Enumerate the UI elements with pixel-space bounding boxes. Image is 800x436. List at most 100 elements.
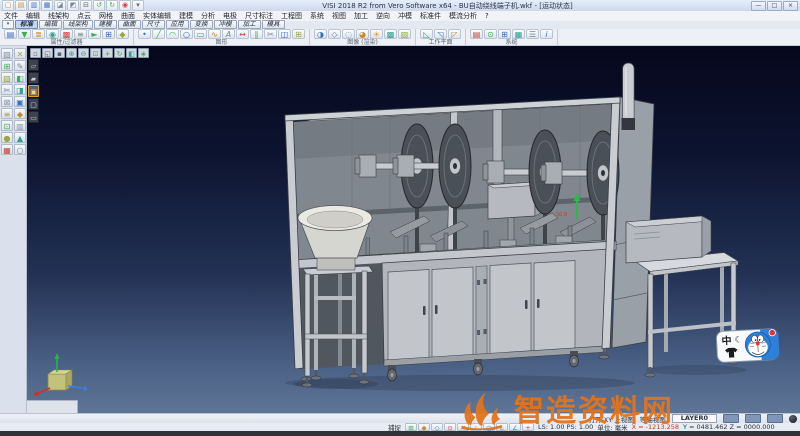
menu-item[interactable]: ? [481, 11, 493, 21]
zoom-fit-icon[interactable]: ⊡ [90, 48, 101, 58]
snap-center-icon[interactable]: ⊙ [444, 423, 456, 431]
menu-item[interactable]: 冲模 [394, 11, 416, 21]
half-view-icon[interactable]: ◧ [14, 72, 26, 83]
print-icon[interactable]: ⊟ [80, 0, 92, 11]
snap-perpendicular-icon[interactable]: ⊥ [470, 423, 482, 431]
open-file-icon[interactable]: ▤ [15, 0, 27, 11]
render-icon[interactable]: ◕ [356, 29, 369, 39]
view-slot-3-icon[interactable]: ▣ [28, 85, 39, 97]
list-tool-icon[interactable]: ≡ [1, 108, 13, 119]
calculator-icon[interactable]: ▦ [512, 29, 525, 39]
zoom-out-icon[interactable]: ⊖ [78, 48, 89, 58]
filter-icon[interactable]: ▼ [18, 29, 31, 39]
wireframe-view-icon[interactable]: ◇ [328, 29, 341, 39]
options-icon[interactable]: ☰ [526, 29, 539, 39]
table-tool-icon[interactable]: ▦ [1, 144, 13, 155]
menu-item[interactable]: 加工 [350, 11, 372, 21]
window-control-button[interactable]: × [783, 1, 798, 11]
offset-icon[interactable]: ∥ [250, 29, 263, 39]
array-icon[interactable]: ⊞ [292, 29, 305, 39]
workplane-align-icon[interactable]: ◹ [434, 29, 447, 39]
hidden-line-icon[interactable]: ◌ [342, 29, 355, 39]
selection-icon[interactable]: ► [88, 29, 101, 39]
linetype-icon[interactable]: ≡ [74, 29, 87, 39]
iso-view-icon[interactable]: ◈ [138, 48, 149, 58]
cut-tool-icon[interactable]: ✂ [1, 84, 13, 95]
export-icon[interactable]: ◩ [67, 0, 79, 11]
ime-state-dot-icon[interactable] [769, 329, 776, 336]
ribbon-tab[interactable]: 应用 [166, 20, 189, 29]
ribbon-tab[interactable]: 尺寸 [142, 20, 165, 29]
viewport-3d[interactable]: 50.8 [27, 46, 800, 413]
ribbon-tab[interactable]: 标准 [15, 20, 38, 29]
target-tool-icon[interactable]: ⊡ [1, 120, 13, 131]
circle-tool-icon[interactable]: ○ [14, 144, 26, 155]
redo-icon[interactable]: ↻ [106, 0, 118, 11]
rectangle-icon[interactable]: ▭ [194, 29, 207, 39]
workplane-3pt-icon[interactable]: ◸ [448, 29, 461, 39]
ime-toolbar[interactable]: 中 ☾ [715, 325, 781, 370]
snap-tangent-icon[interactable]: ○ [483, 423, 495, 431]
view-slot-1-icon[interactable]: ▱ [28, 59, 39, 71]
front-view-icon[interactable]: ◧ [126, 48, 137, 58]
ribbon-tab[interactable]: 变换 [190, 20, 213, 29]
ribbon-tab[interactable]: 编辑 [39, 20, 62, 29]
stamp-icon[interactable]: ◉ [119, 0, 131, 11]
ribbon-tab[interactable]: 加工 [238, 20, 261, 29]
color-icon[interactable]: ▩ [60, 29, 73, 39]
layers-icon[interactable]: ≣ [32, 29, 45, 39]
rotate-view-icon[interactable]: ↻ [114, 48, 125, 58]
save-all-icon[interactable]: ▦ [41, 0, 53, 11]
texture-icon[interactable]: ▨ [398, 29, 411, 39]
erase-tool-icon[interactable]: ⊠ [1, 96, 13, 107]
layer-manager-icon[interactable]: ▤ [470, 29, 483, 39]
properties-icon[interactable]: ▤ [4, 29, 17, 39]
view-slot-2-icon[interactable]: ▰ [28, 72, 39, 84]
dimension-icon[interactable]: ↔ [236, 29, 249, 39]
workplane-xy-icon[interactable]: ◺ [420, 29, 433, 39]
grid-tool-icon[interactable]: ⊞ [1, 60, 13, 71]
tab-overflow-button[interactable]: ▾ [2, 20, 14, 29]
dot-tool-icon[interactable]: ● [1, 132, 13, 143]
ribbon-tab[interactable]: 建模 [94, 20, 117, 29]
shaded-view-icon[interactable]: ◑ [314, 29, 327, 39]
import-icon[interactable]: ◪ [54, 0, 66, 11]
arc-icon[interactable]: ◠ [166, 29, 179, 39]
hatch-tool-icon[interactable]: ▨ [1, 72, 13, 83]
mirror-icon[interactable]: ◫ [278, 29, 291, 39]
new-file-icon[interactable]: ▢ [2, 0, 14, 11]
close-view-icon[interactable]: ▪ [54, 48, 65, 58]
menu-item[interactable]: 视图 [328, 11, 350, 21]
current-view-readout[interactable]: 等轴视图 [640, 414, 666, 424]
triangle-tool-icon[interactable]: ▲ [14, 132, 26, 143]
ribbon-tab[interactable]: 冲模 [214, 20, 237, 29]
circle-icon[interactable]: ○ [180, 29, 193, 39]
tracking-icon[interactable]: + [522, 423, 534, 431]
save-icon[interactable]: ▥ [28, 0, 40, 11]
snap-grid-icon[interactable]: ⊞ [405, 423, 417, 431]
status-meter-2[interactable] [745, 414, 761, 423]
panel-tool-icon[interactable]: ▥ [14, 120, 26, 131]
wireframe-tool-icon[interactable]: ▧ [1, 48, 13, 59]
undo-icon[interactable]: ↺ [93, 0, 105, 11]
trim-icon[interactable]: ✂ [264, 29, 277, 39]
line-icon[interactable]: ╱ [152, 29, 165, 39]
status-meter-1[interactable] [723, 414, 739, 423]
ribbon-tab[interactable]: 模具 [262, 20, 285, 29]
lock-icon[interactable]: ◆ [116, 29, 129, 39]
pan-icon[interactable]: + [102, 48, 113, 58]
text-icon[interactable]: A [222, 29, 235, 39]
tile-window-icon[interactable]: ◱ [42, 48, 53, 58]
layer-indicator[interactable]: LAYER0 [672, 414, 717, 423]
status-meter-3[interactable] [767, 414, 783, 423]
restore-window-icon[interactable]: ▫ [30, 48, 41, 58]
ime-fullhalf-moon-icon[interactable]: ☾ [734, 335, 743, 345]
spline-icon[interactable]: ∿ [208, 29, 221, 39]
more-commands-icon[interactable]: ▾ [132, 0, 144, 11]
window-control-button[interactable]: — [751, 1, 766, 11]
solid-tool-icon[interactable]: ▣ [14, 96, 26, 107]
material-icon[interactable]: ▩ [384, 29, 397, 39]
group-icon[interactable]: ⊞ [102, 29, 115, 39]
view-slot-5-icon[interactable]: ▭ [28, 111, 39, 123]
view-slot-4-icon[interactable]: ▢ [28, 98, 39, 110]
